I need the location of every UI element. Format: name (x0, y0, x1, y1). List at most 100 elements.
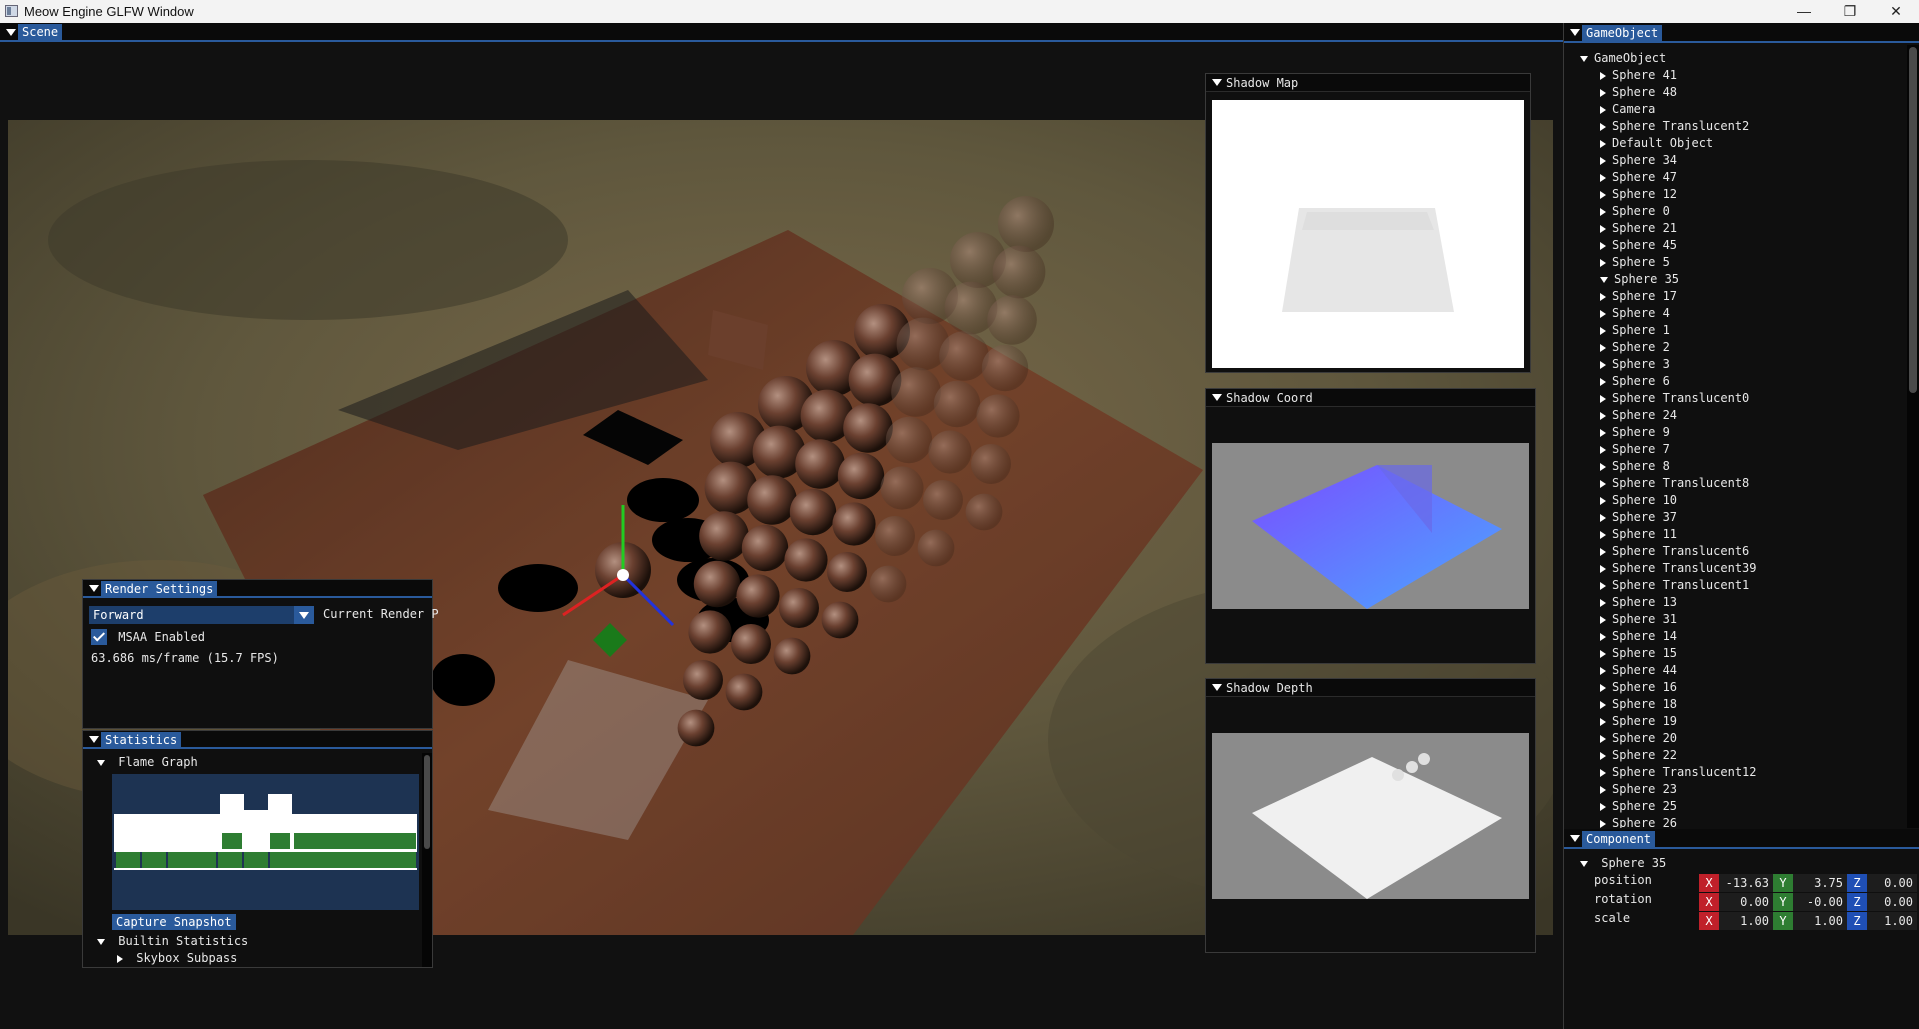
chevron-right-icon[interactable] (1600, 360, 1606, 369)
chevron-right-icon[interactable] (1600, 547, 1606, 556)
chevron-right-icon[interactable] (1600, 326, 1606, 335)
tree-item[interactable]: Sphere 9 (1564, 424, 1904, 441)
tree-item[interactable]: Sphere 7 (1564, 441, 1904, 458)
collapse-icon[interactable] (89, 736, 99, 743)
chevron-right-icon[interactable] (1600, 751, 1606, 760)
rotation-x-field[interactable]: 0.00 (1719, 893, 1773, 911)
collapse-icon[interactable] (1570, 835, 1580, 842)
chevron-right-icon[interactable] (1600, 819, 1606, 828)
tree-item[interactable]: Sphere Translucent2 (1564, 118, 1904, 135)
chevron-right-icon[interactable] (1600, 105, 1606, 114)
chevron-right-icon[interactable] (1600, 615, 1606, 624)
maximize-button[interactable]: ❐ (1827, 0, 1873, 23)
chevron-right-icon[interactable] (1600, 581, 1606, 590)
position-x-field[interactable]: -13.63 (1719, 874, 1773, 892)
collapse-icon[interactable] (1212, 79, 1222, 86)
tree-item[interactable]: Sphere 15 (1564, 645, 1904, 662)
shadow-coord-titlebar[interactable]: Shadow Coord (1206, 389, 1535, 407)
chevron-right-icon[interactable] (1600, 258, 1606, 267)
tree-item[interactable]: Default Object (1564, 135, 1904, 152)
chevron-right-icon[interactable] (1600, 802, 1606, 811)
chevron-right-icon[interactable] (1600, 241, 1606, 250)
tree-item[interactable]: Sphere Translucent0 (1564, 390, 1904, 407)
tree-item[interactable]: Sphere 6 (1564, 373, 1904, 390)
chevron-right-icon[interactable] (1600, 649, 1606, 658)
position-z-field[interactable]: 0.00 (1867, 874, 1917, 892)
shadow-depth-window[interactable]: Shadow Depth (1205, 678, 1536, 953)
tree-item[interactable]: Sphere Translucent6 (1564, 543, 1904, 560)
tree-item[interactable]: Sphere Translucent39 (1564, 560, 1904, 577)
tree-item[interactable]: Sphere 19 (1564, 713, 1904, 730)
component-panel[interactable]: Component Sphere 35 position X -13.63 Y 3.75… (1563, 829, 1919, 1029)
shadow-depth-titlebar[interactable]: Shadow Depth (1206, 679, 1535, 697)
chevron-right-icon[interactable] (1600, 445, 1606, 454)
chevron-right-icon[interactable] (1600, 666, 1606, 675)
chevron-right-icon[interactable] (1600, 139, 1606, 148)
chevron-right-icon[interactable] (1600, 683, 1606, 692)
skybox-subpass-row[interactable]: Skybox Subpass (117, 951, 237, 965)
chevron-right-icon[interactable] (1600, 564, 1606, 573)
render-settings-titlebar[interactable]: Render Settings (83, 580, 432, 598)
chevron-right-icon[interactable] (1600, 224, 1606, 233)
chevron-right-icon[interactable] (1600, 122, 1606, 131)
flame-graph[interactable] (112, 774, 419, 910)
flame-graph-header[interactable]: Flame Graph (97, 755, 198, 769)
tree-item[interactable]: Sphere 5 (1564, 254, 1904, 271)
tab-component[interactable]: Component (1582, 831, 1656, 847)
tree-item[interactable]: Sphere 12 (1564, 186, 1904, 203)
render-settings-window[interactable]: Render Settings Forward Current Render P… (82, 579, 439, 729)
tree-item[interactable]: Sphere 41 (1564, 67, 1904, 84)
chevron-right-icon[interactable] (1600, 479, 1606, 488)
msaa-row[interactable]: MSAA Enabled (91, 629, 205, 645)
tree-item[interactable]: Sphere 48 (1564, 84, 1904, 101)
scale-x-field[interactable]: 1.00 (1719, 912, 1773, 930)
chevron-right-icon[interactable] (1600, 734, 1606, 743)
tree-item[interactable]: Sphere 34 (1564, 152, 1904, 169)
scrollbar-thumb[interactable] (1909, 47, 1917, 393)
collapse-icon[interactable] (1212, 394, 1222, 401)
chevron-right-icon[interactable] (1600, 428, 1606, 437)
tree-item[interactable]: Sphere 35 (1564, 271, 1904, 288)
chevron-right-icon[interactable] (1600, 156, 1606, 165)
tree-item[interactable]: Sphere 16 (1564, 679, 1904, 696)
tree-item[interactable]: Sphere 21 (1564, 220, 1904, 237)
chevron-right-icon[interactable] (1600, 309, 1606, 318)
statistics-scrollbar[interactable] (422, 753, 432, 967)
tree-item[interactable]: Camera (1564, 101, 1904, 118)
chevron-right-icon[interactable] (1600, 173, 1606, 182)
chevron-right-icon[interactable] (1600, 394, 1606, 403)
rotation-z-field[interactable]: 0.00 (1867, 893, 1917, 911)
tree-item[interactable]: Sphere Translucent8 (1564, 475, 1904, 492)
position-y-field[interactable]: 3.75 (1793, 874, 1847, 892)
chevron-right-icon[interactable] (1600, 207, 1606, 216)
chevron-right-icon[interactable] (1600, 343, 1606, 352)
close-button[interactable]: ✕ (1873, 0, 1919, 23)
minimize-button[interactable]: — (1781, 0, 1827, 23)
chevron-right-icon[interactable] (1600, 530, 1606, 539)
tree-item[interactable]: Sphere 25 (1564, 798, 1904, 815)
statistics-window[interactable]: Statistics Flame Graph Capture Snapshot (82, 730, 433, 968)
scale-z-field[interactable]: 1.00 (1867, 912, 1917, 930)
tab-scene[interactable]: Scene (18, 24, 63, 40)
chevron-down-icon[interactable] (1580, 860, 1588, 867)
tree-item[interactable]: Sphere 0 (1564, 203, 1904, 220)
msaa-checkbox[interactable] (91, 629, 107, 645)
chevron-right-icon[interactable] (1600, 700, 1606, 709)
collapse-icon[interactable] (6, 29, 16, 36)
tree-item[interactable]: Sphere 31 (1564, 611, 1904, 628)
tree-item[interactable]: Sphere Translucent1 (1564, 577, 1904, 594)
chevron-right-icon[interactable] (1600, 411, 1606, 420)
scale-y-field[interactable]: 1.00 (1793, 912, 1847, 930)
tree-item[interactable]: Sphere 8 (1564, 458, 1904, 475)
tree-root[interactable]: GameObject (1564, 50, 1904, 67)
chevron-right-icon[interactable] (1600, 88, 1606, 97)
tree-item[interactable]: Sphere 1 (1564, 322, 1904, 339)
tree-item[interactable]: Sphere 20 (1564, 730, 1904, 747)
chevron-down-icon[interactable] (97, 938, 105, 945)
tree-item[interactable]: Sphere 45 (1564, 237, 1904, 254)
collapse-icon[interactable] (1212, 684, 1222, 691)
tree-item[interactable]: Sphere 10 (1564, 492, 1904, 509)
builtin-statistics-header[interactable]: Builtin Statistics (97, 934, 248, 948)
statistics-titlebar[interactable]: Statistics (83, 731, 432, 749)
render-mode-combo[interactable]: Forward (89, 606, 314, 624)
